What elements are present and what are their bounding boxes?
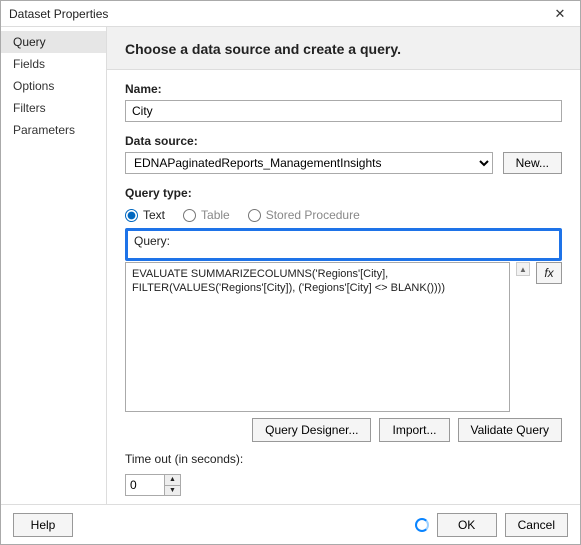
dialog-title: Dataset Properties — [9, 7, 548, 21]
import-button[interactable]: Import... — [379, 418, 449, 442]
querytype-row: Text Table Stored Procedure — [125, 208, 562, 222]
query-highlight-box: Query: — [125, 228, 562, 261]
query-textarea[interactable]: EVALUATE SUMMARIZECOLUMNS('Regions'[City… — [125, 262, 510, 412]
sidebar: Query Fields Options Filters Parameters — [1, 27, 107, 504]
close-icon[interactable]: ✕ — [548, 4, 572, 24]
dataset-properties-dialog: Dataset Properties ✕ Query Fields Option… — [0, 0, 581, 545]
spinner-down-icon[interactable]: ▼ — [165, 486, 180, 496]
query-scrollbar[interactable]: ▲ — [516, 262, 530, 412]
sidebar-item-options[interactable]: Options — [1, 75, 106, 97]
querytype-text-radio[interactable]: Text — [125, 208, 165, 222]
query-box-row: EVALUATE SUMMARIZECOLUMNS('Regions'[City… — [125, 262, 562, 412]
ok-button[interactable]: OK — [437, 513, 497, 537]
titlebar: Dataset Properties ✕ — [1, 1, 580, 27]
expression-button[interactable]: fx — [536, 262, 562, 284]
datasource-label: Data source: — [125, 134, 562, 148]
query-label: Query: — [134, 234, 553, 248]
help-button[interactable]: Help — [13, 513, 73, 537]
spinner-up-icon[interactable]: ▲ — [165, 475, 180, 486]
timeout-row: Time out (in seconds): ▲ ▼ — [125, 452, 562, 496]
busy-ring-icon — [415, 518, 429, 532]
name-label: Name: — [125, 82, 562, 96]
query-buttons: Query Designer... Import... Validate Que… — [125, 418, 562, 442]
scroll-up-icon[interactable]: ▲ — [516, 262, 530, 276]
radio-sproc-label: Stored Procedure — [266, 208, 360, 222]
name-input[interactable] — [125, 100, 562, 122]
radio-sproc[interactable] — [248, 209, 261, 222]
query-pane: Name: Data source: EDNAPaginatedReports_… — [107, 70, 580, 504]
querytype-label: Query type: — [125, 186, 562, 200]
page-header: Choose a data source and create a query. — [107, 27, 580, 70]
sidebar-item-fields[interactable]: Fields — [1, 53, 106, 75]
timeout-label: Time out (in seconds): — [125, 452, 243, 466]
query-designer-button[interactable]: Query Designer... — [252, 418, 371, 442]
spinner-buttons[interactable]: ▲ ▼ — [165, 474, 181, 496]
radio-text[interactable] — [125, 209, 138, 222]
radio-table-label: Table — [201, 208, 230, 222]
querytype-table-radio[interactable]: Table — [183, 208, 230, 222]
dialog-body: Query Fields Options Filters Parameters … — [1, 27, 580, 504]
radio-table[interactable] — [183, 209, 196, 222]
querytype-sproc-radio[interactable]: Stored Procedure — [248, 208, 360, 222]
datasource-select[interactable]: EDNAPaginatedReports_ManagementInsights — [125, 152, 493, 174]
sidebar-item-parameters[interactable]: Parameters — [1, 119, 106, 141]
footer: Help OK Cancel — [1, 504, 580, 544]
datasource-combo[interactable]: EDNAPaginatedReports_ManagementInsights — [125, 152, 493, 174]
timeout-spinner[interactable]: ▲ ▼ — [125, 474, 181, 496]
sidebar-item-query[interactable]: Query — [1, 31, 106, 53]
new-datasource-button[interactable]: New... — [503, 152, 562, 174]
sidebar-item-filters[interactable]: Filters — [1, 97, 106, 119]
timeout-input[interactable] — [125, 474, 165, 496]
cancel-button[interactable]: Cancel — [505, 513, 568, 537]
radio-text-label: Text — [143, 208, 165, 222]
validate-query-button[interactable]: Validate Query — [458, 418, 563, 442]
content: Choose a data source and create a query.… — [107, 27, 580, 504]
